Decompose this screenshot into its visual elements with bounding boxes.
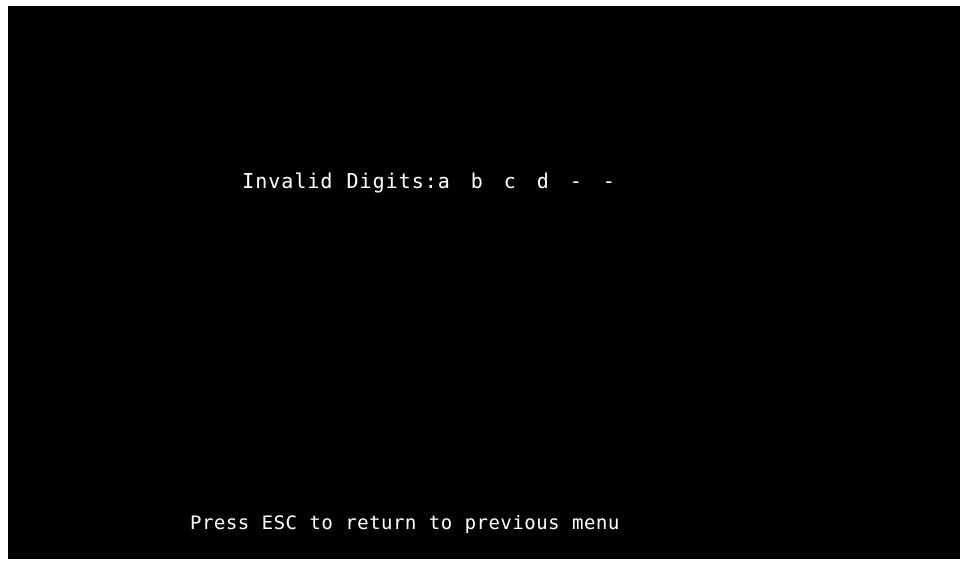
digit-6: - bbox=[602, 169, 616, 193]
digit-5: - bbox=[569, 169, 583, 193]
invalid-digits-label: Invalid Digits: bbox=[242, 169, 438, 193]
invalid-digits-row: Invalid Digits:a b c d - - bbox=[190, 145, 636, 217]
terminal-screen: Invalid Digits:a b c d - - Press ESC to retur… bbox=[8, 6, 960, 559]
digit-1: a bbox=[437, 169, 451, 193]
footer-instruction: Press ESC to return to previous menu bbox=[190, 512, 620, 534]
digit-3: c bbox=[503, 169, 517, 193]
digit-2: b bbox=[470, 169, 484, 193]
digit-4: d bbox=[536, 169, 550, 193]
